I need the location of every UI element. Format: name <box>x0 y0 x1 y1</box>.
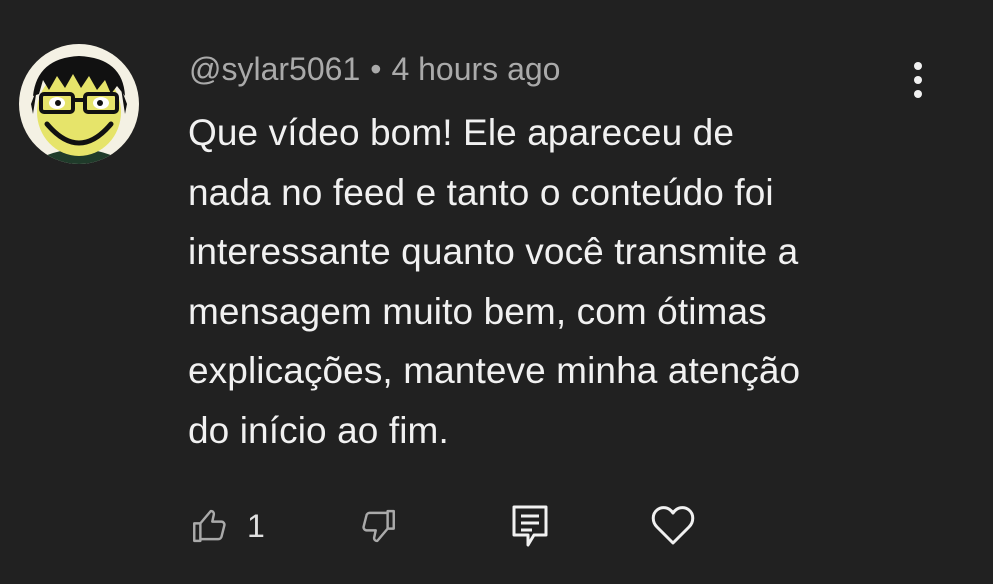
avatar[interactable] <box>19 44 139 164</box>
thumbs-down-icon <box>362 509 395 543</box>
dislike-button[interactable] <box>357 500 399 552</box>
more-vertical-icon <box>914 62 922 98</box>
comment-actions: 1 <box>0 500 993 552</box>
comment-text-line: explicações, manteve minha atenção <box>188 350 801 392</box>
thumbs-up-icon <box>193 509 226 543</box>
comment-text-line: interessante quanto você transmite a <box>188 231 799 273</box>
comment-text-line: nada no feed e tanto o conteúdo foi <box>188 171 774 213</box>
comment-text-line: do início ao fim. <box>188 409 449 451</box>
more-options-button[interactable] <box>902 58 934 102</box>
comment-text: Que vídeo bom! Ele apareceu de nada no f… <box>188 103 948 461</box>
comment-timestamp[interactable]: 4 hours ago <box>391 51 560 87</box>
comment-author[interactable]: @sylar5061 <box>189 51 360 87</box>
avatar-image <box>19 44 139 164</box>
like-button[interactable]: 1 <box>189 500 265 552</box>
heart-icon <box>651 506 695 545</box>
reply-button[interactable] <box>510 500 550 552</box>
comment-text-line: mensagem muito bem, com ótimas <box>188 290 767 332</box>
comment-thread: @sylar5061 • 4 hours ago Que vídeo bom! El… <box>0 0 993 584</box>
reply-comment-icon <box>512 505 548 547</box>
like-count: 1 <box>247 507 265 544</box>
comment-meta: @sylar5061 • 4 hours ago <box>189 47 560 91</box>
heart-button[interactable] <box>651 500 695 552</box>
comment-text-line: Que vídeo bom! Ele apareceu de <box>188 112 735 153</box>
meta-separator: • <box>370 51 382 87</box>
